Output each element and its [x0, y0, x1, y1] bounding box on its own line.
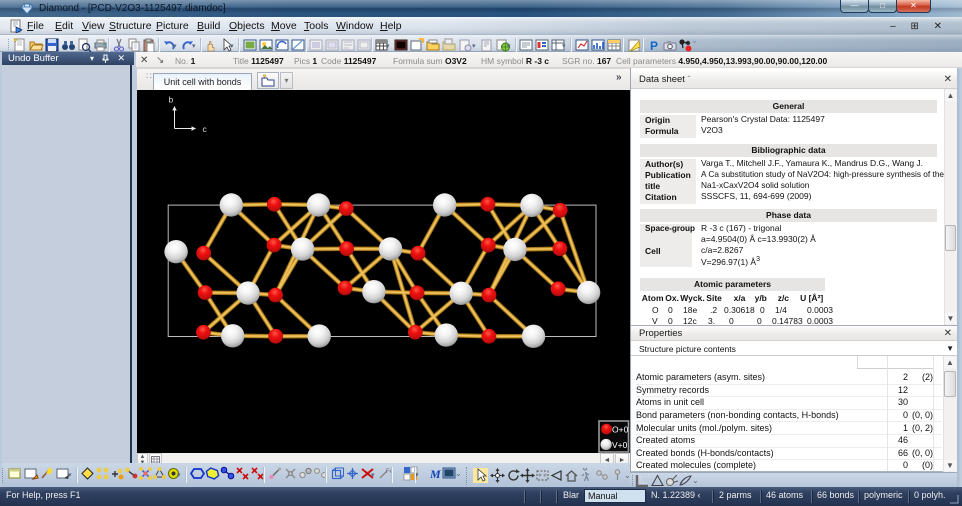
svg-text:P: P — [650, 39, 658, 53]
svg-text:M: M — [429, 467, 441, 481]
svg-text:c: c — [203, 124, 208, 134]
svg-text:b: b — [169, 94, 174, 104]
svg-text:O+0: O+0 — [612, 424, 629, 434]
svg-text:V+0: V+0 — [612, 440, 628, 450]
